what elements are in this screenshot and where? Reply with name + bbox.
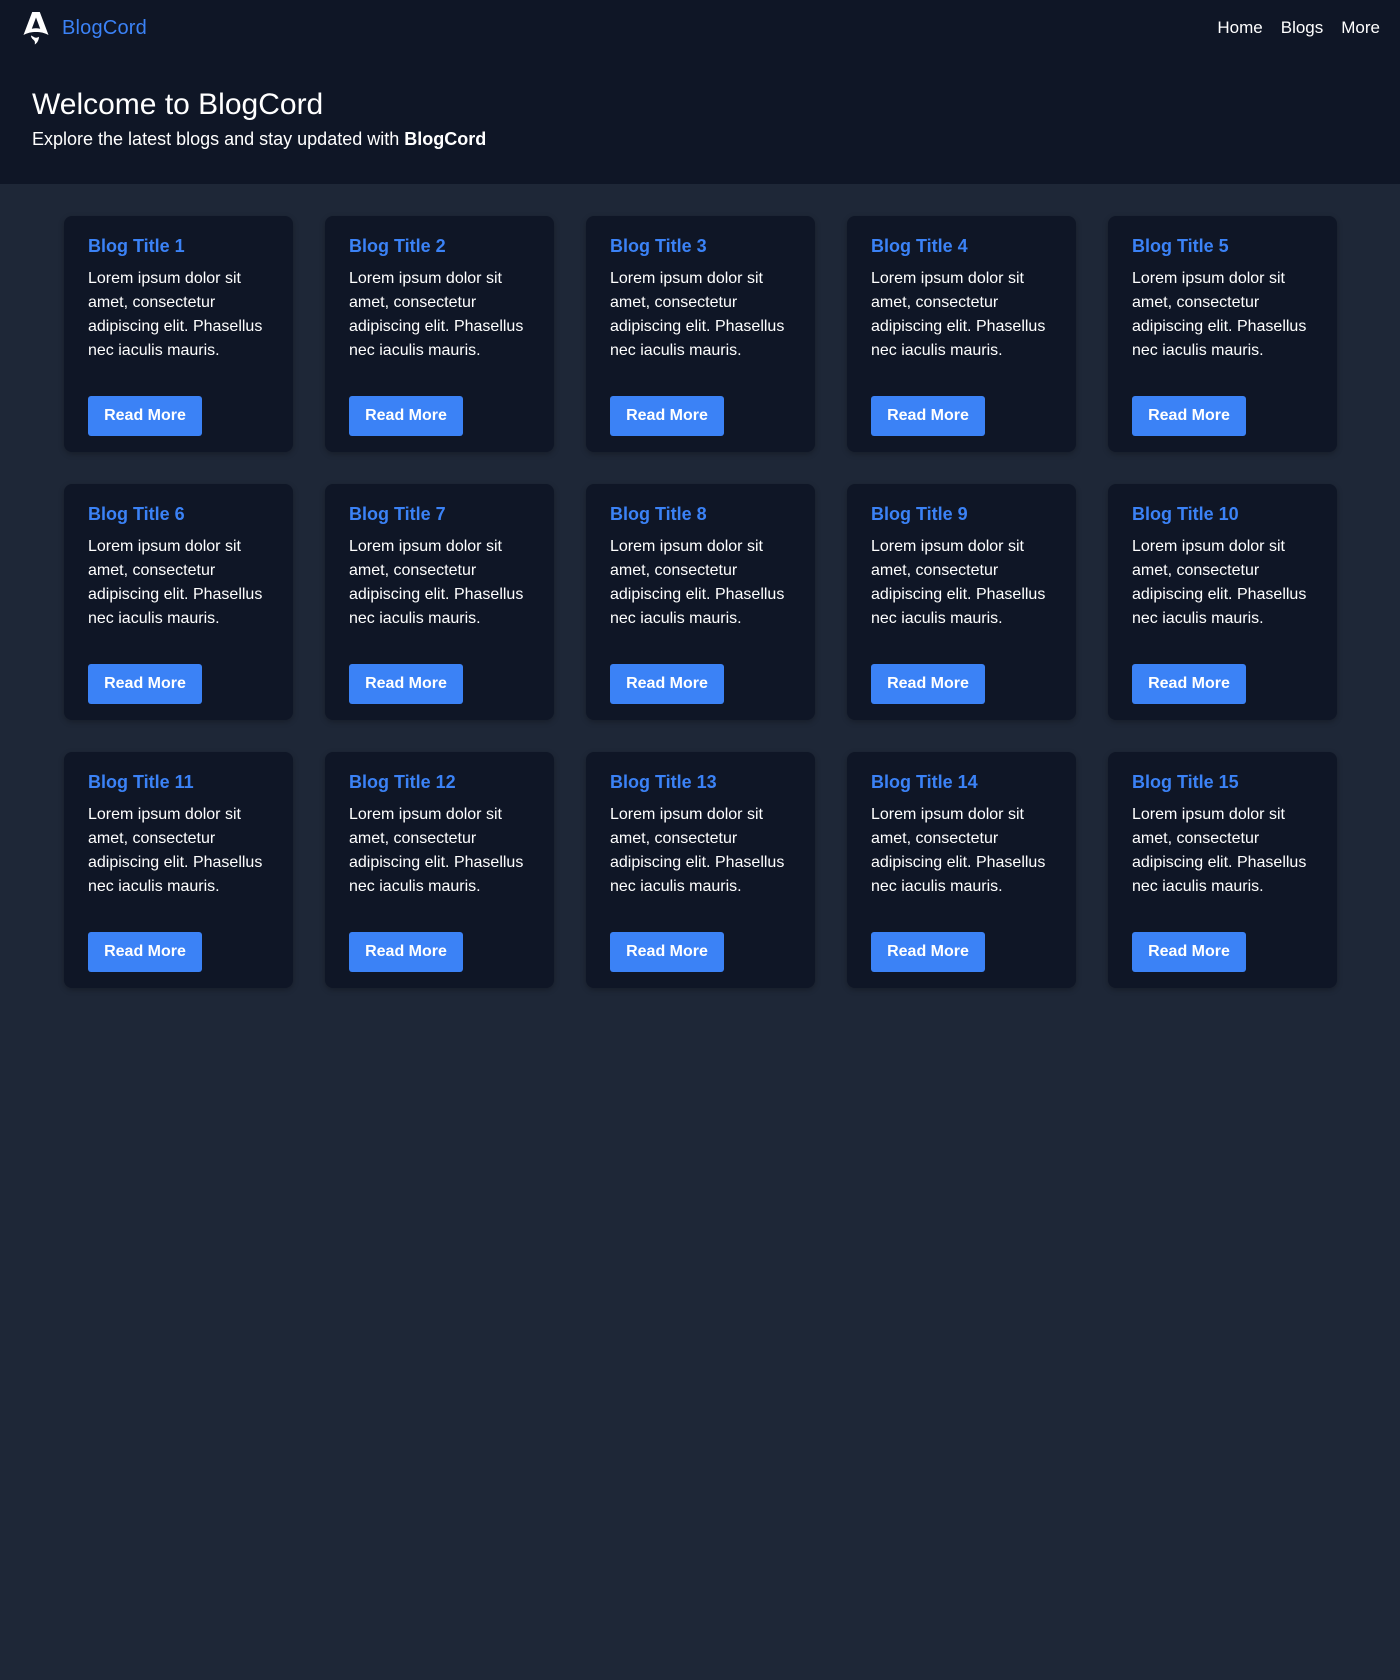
blog-card-excerpt: Lorem ipsum dolor sit amet, consectetur … xyxy=(610,270,785,359)
hero: Welcome to BlogCord Explore the latest b… xyxy=(0,56,1400,150)
blog-card-title[interactable]: Blog Title 12 xyxy=(349,772,530,793)
read-more-button[interactable]: Read More xyxy=(871,664,985,704)
blog-card-title[interactable]: Blog Title 9 xyxy=(871,504,1052,525)
read-more-button[interactable]: Read More xyxy=(349,932,463,972)
blog-card-excerpt: Lorem ipsum dolor sit amet, consectetur … xyxy=(88,806,263,895)
read-more-button[interactable]: Read More xyxy=(1132,664,1246,704)
blog-card: Blog Title 7 Lorem ipsum dolor sit amet,… xyxy=(325,484,554,720)
blog-card: Blog Title 5 Lorem ipsum dolor sit amet,… xyxy=(1108,216,1337,452)
read-more-button[interactable]: Read More xyxy=(610,932,724,972)
blog-card-excerpt: Lorem ipsum dolor sit amet, consectetur … xyxy=(349,806,524,895)
read-more-button[interactable]: Read More xyxy=(871,932,985,972)
blog-card-title[interactable]: Blog Title 2 xyxy=(349,236,530,257)
hero-title: Welcome to BlogCord xyxy=(32,88,324,121)
page-header: BlogCord Home Blogs More Welcome to Blog… xyxy=(0,0,1400,184)
blog-card: Blog Title 4 Lorem ipsum dolor sit amet,… xyxy=(847,216,1076,452)
blog-card-title[interactable]: Blog Title 5 xyxy=(1132,236,1313,257)
blog-card-excerpt: Lorem ipsum dolor sit amet, consectetur … xyxy=(88,270,263,359)
hero-subtitle-brand: BlogCord xyxy=(404,129,487,149)
blog-card: Blog Title 11 Lorem ipsum dolor sit amet… xyxy=(64,752,293,988)
blog-card-excerpt: Lorem ipsum dolor sit amet, consectetur … xyxy=(610,806,785,895)
blog-card: Blog Title 12 Lorem ipsum dolor sit amet… xyxy=(325,752,554,988)
blog-card-title[interactable]: Blog Title 13 xyxy=(610,772,791,793)
blog-card-title[interactable]: Blog Title 11 xyxy=(88,772,269,793)
blog-card-excerpt: Lorem ipsum dolor sit amet, consectetur … xyxy=(1132,538,1307,627)
blog-card: Blog Title 3 Lorem ipsum dolor sit amet,… xyxy=(586,216,815,452)
blog-card-title[interactable]: Blog Title 6 xyxy=(88,504,269,525)
nav-link-home[interactable]: Home xyxy=(1217,18,1262,38)
blog-card-title[interactable]: Blog Title 10 xyxy=(1132,504,1313,525)
nav-links: Home Blogs More xyxy=(1217,18,1380,38)
blog-card: Blog Title 8 Lorem ipsum dolor sit amet,… xyxy=(586,484,815,720)
nav-link-more[interactable]: More xyxy=(1341,18,1380,38)
blog-card-title[interactable]: Blog Title 8 xyxy=(610,504,791,525)
brand-name: BlogCord xyxy=(62,16,147,39)
read-more-button[interactable]: Read More xyxy=(610,396,724,436)
read-more-button[interactable]: Read More xyxy=(349,396,463,436)
blog-card-title[interactable]: Blog Title 7 xyxy=(349,504,530,525)
brand-link[interactable]: BlogCord xyxy=(22,11,147,45)
blog-card: Blog Title 9 Lorem ipsum dolor sit amet,… xyxy=(847,484,1076,720)
read-more-button[interactable]: Read More xyxy=(610,664,724,704)
blog-card: Blog Title 13 Lorem ipsum dolor sit amet… xyxy=(586,752,815,988)
blog-card-title[interactable]: Blog Title 15 xyxy=(1132,772,1313,793)
blog-card: Blog Title 14 Lorem ipsum dolor sit amet… xyxy=(847,752,1076,988)
blog-card-excerpt: Lorem ipsum dolor sit amet, consectetur … xyxy=(1132,806,1307,895)
nav-link-blogs[interactable]: Blogs xyxy=(1281,18,1324,38)
blog-card-title[interactable]: Blog Title 3 xyxy=(610,236,791,257)
blog-card: Blog Title 2 Lorem ipsum dolor sit amet,… xyxy=(325,216,554,452)
read-more-button[interactable]: Read More xyxy=(88,932,202,972)
read-more-button[interactable]: Read More xyxy=(871,396,985,436)
read-more-button[interactable]: Read More xyxy=(88,664,202,704)
blog-card: Blog Title 6 Lorem ipsum dolor sit amet,… xyxy=(64,484,293,720)
navbar: BlogCord Home Blogs More xyxy=(0,0,1400,56)
blog-card-title[interactable]: Blog Title 4 xyxy=(871,236,1052,257)
astro-logo-icon xyxy=(22,11,50,45)
read-more-button[interactable]: Read More xyxy=(1132,932,1246,972)
blog-card-title[interactable]: Blog Title 1 xyxy=(88,236,269,257)
blog-card: Blog Title 1 Lorem ipsum dolor sit amet,… xyxy=(64,216,293,452)
blog-card-excerpt: Lorem ipsum dolor sit amet, consectetur … xyxy=(871,270,1046,359)
hero-subtitle-text: Explore the latest blogs and stay update… xyxy=(32,129,405,149)
read-more-button[interactable]: Read More xyxy=(349,664,463,704)
read-more-button[interactable]: Read More xyxy=(88,396,202,436)
blog-card-excerpt: Lorem ipsum dolor sit amet, consectetur … xyxy=(610,538,785,627)
read-more-button[interactable]: Read More xyxy=(1132,396,1246,436)
hero-subtitle: Explore the latest blogs and stay update… xyxy=(32,129,1368,150)
blog-card-excerpt: Lorem ipsum dolor sit amet, consectetur … xyxy=(871,538,1046,627)
blog-card-excerpt: Lorem ipsum dolor sit amet, consectetur … xyxy=(1132,270,1307,359)
blog-grid: Blog Title 1 Lorem ipsum dolor sit amet,… xyxy=(64,216,1337,988)
blog-card-excerpt: Lorem ipsum dolor sit amet, consectetur … xyxy=(871,806,1046,895)
blog-card-excerpt: Lorem ipsum dolor sit amet, consectetur … xyxy=(349,538,524,627)
blog-card-excerpt: Lorem ipsum dolor sit amet, consectetur … xyxy=(88,538,263,627)
blog-card: Blog Title 10 Lorem ipsum dolor sit amet… xyxy=(1108,484,1337,720)
blog-card: Blog Title 15 Lorem ipsum dolor sit amet… xyxy=(1108,752,1337,988)
blog-card-title[interactable]: Blog Title 14 xyxy=(871,772,1052,793)
blog-card-excerpt: Lorem ipsum dolor sit amet, consectetur … xyxy=(349,270,524,359)
